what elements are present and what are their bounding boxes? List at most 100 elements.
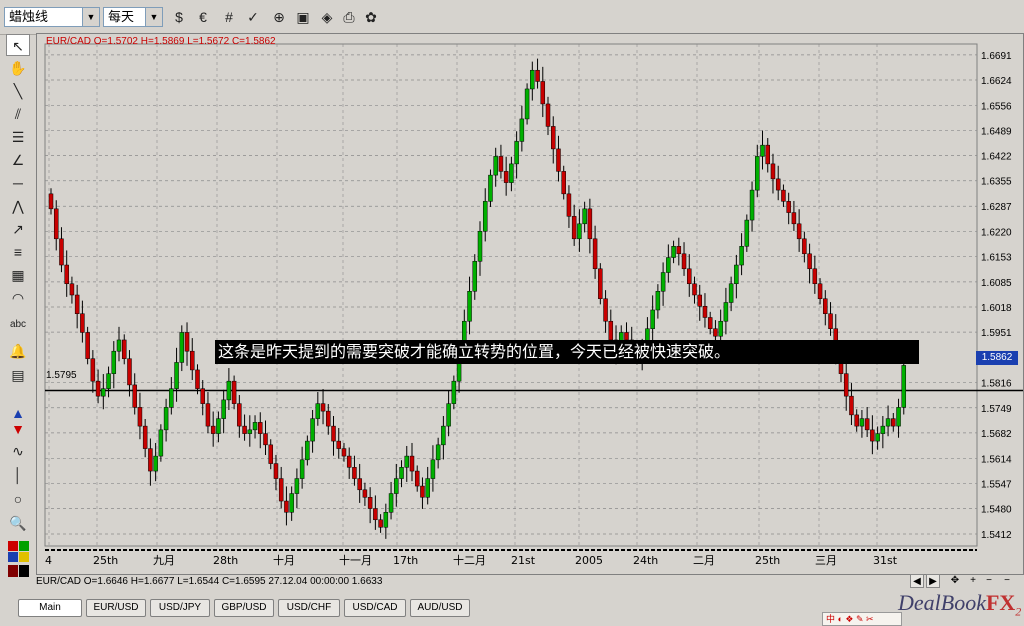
candle-body <box>535 69 540 82</box>
tab-gbp-usd[interactable]: GBP/USD <box>214 599 274 617</box>
grid-lines-icon[interactable]: ▦ <box>6 264 30 286</box>
price-chart[interactable]: 1.6691 1.6624 1.6556 1.6489 1.6422 1.6355 1.62… <box>36 33 1024 575</box>
tab-usd-jpy[interactable]: USD/JPY <box>150 599 210 617</box>
candle-body <box>48 193 54 210</box>
print-icon[interactable]: ⎙ <box>338 7 360 27</box>
trendline-icon[interactable]: ╲ <box>6 80 30 102</box>
period-select[interactable]: 每天 ▼ <box>103 7 163 27</box>
scroll-right-icon[interactable]: ▶ <box>926 574 940 588</box>
calculator-icon[interactable]: ▤ <box>6 364 30 386</box>
move-icon[interactable]: ✥ <box>948 574 962 588</box>
scroll-left-icon[interactable]: ◀ <box>910 574 924 588</box>
chevron-down-icon[interactable]: ▼ <box>145 8 162 26</box>
candle-body <box>158 429 164 457</box>
tab-usd-cad[interactable]: USD/CAD <box>344 599 406 617</box>
candle-body <box>671 246 676 258</box>
arc-icon[interactable]: ◠ <box>6 287 30 309</box>
candle-body <box>891 418 896 427</box>
y-tick-label: 1.6287 <box>981 202 1012 213</box>
candle-body <box>111 350 117 374</box>
candle-body <box>294 478 300 494</box>
candle-body <box>190 350 195 371</box>
candle-body <box>859 418 865 427</box>
candle-body <box>195 369 200 389</box>
y-tick-label: 1.6355 <box>981 177 1012 188</box>
candle-body <box>451 380 457 404</box>
zoom-in-icon[interactable]: ⊕ <box>268 7 290 27</box>
zoom-in-icon[interactable]: + <box>966 574 980 588</box>
levels-icon[interactable]: ≡ <box>6 241 30 263</box>
tab-eur-usd[interactable]: EUR/USD <box>86 599 146 617</box>
drawing-toolbox: ↖ ✋ ╲ ⫽ ☰ ∠ ─ ⋀ ↗ ≡ ▦ ◠ abc 🔔 ▤ ▲ ▼ ∿ │ … <box>4 34 31 594</box>
x-tick-label: 十月 <box>273 553 295 567</box>
candlestick-chart: 1.6691 1.6624 1.6556 1.6489 1.6422 1.6355 1.62… <box>44 43 1023 567</box>
candle-body <box>524 88 530 120</box>
chart-type-select[interactable]: 蜡烛线 ▼ <box>4 7 100 27</box>
candle-body <box>812 268 818 285</box>
x-tick-label: 九月 <box>153 554 175 567</box>
candle-body <box>519 118 525 142</box>
y-tick-label: 1.6556 <box>981 101 1012 112</box>
hand-icon[interactable]: ✋ <box>6 57 30 79</box>
candle-body <box>200 388 205 404</box>
candle-body <box>284 500 289 513</box>
candle-body <box>315 403 321 419</box>
arrow-down-icon[interactable]: ▼ <box>6 418 30 440</box>
currency-dollar-icon[interactable]: $ <box>168 7 190 27</box>
zoom-out-icon[interactable]: − <box>982 574 996 588</box>
zoom-out-icon[interactable]: − <box>1000 574 1014 588</box>
candle-body <box>655 291 661 311</box>
candle-body <box>142 425 148 449</box>
candle-body <box>760 144 765 157</box>
wave-icon[interactable]: ∿ <box>6 440 30 462</box>
indicator-icon[interactable]: ✓ <box>242 7 264 27</box>
zoom-icon[interactable]: 🔍 <box>6 512 30 534</box>
candle-body <box>420 485 425 498</box>
candle-body <box>378 519 383 528</box>
candle-body <box>441 425 446 446</box>
candle-body <box>210 425 216 434</box>
tab-main[interactable]: Main <box>18 599 82 617</box>
horizontal-line-label: 1.5795 <box>46 370 77 381</box>
tab-aud-usd[interactable]: AUD/USD <box>410 599 470 617</box>
candle-body <box>739 246 744 266</box>
fan-icon[interactable]: ⋀ <box>6 195 30 217</box>
candle-body <box>854 414 859 427</box>
grid-icon[interactable]: # <box>218 7 240 27</box>
y-tick-label: 1.6018 <box>981 303 1012 314</box>
y-tick-label: 1.5547 <box>981 479 1012 490</box>
chevron-down-icon[interactable]: ▼ <box>82 8 99 26</box>
fibonacci-icon[interactable]: ☰ <box>6 126 30 148</box>
candle-body <box>404 455 410 468</box>
candle-body <box>409 455 415 472</box>
candle-body <box>896 407 901 427</box>
cursor-icon[interactable]: ↖ <box>6 34 30 56</box>
settings-icon[interactable]: ✿ <box>360 7 382 27</box>
channel-icon[interactable]: ⫽ <box>6 103 30 125</box>
vertical-line-icon[interactable]: │ <box>6 464 30 486</box>
candle-body <box>765 144 770 165</box>
horizontal-line-icon[interactable]: ─ <box>6 172 30 194</box>
regression-icon[interactable]: ↗ <box>6 218 30 240</box>
currency-euro-icon[interactable]: € <box>192 7 214 27</box>
candle-body <box>598 268 603 299</box>
circle-icon[interactable]: ○ <box>6 488 30 510</box>
color-palette[interactable] <box>8 541 30 581</box>
candle-body <box>90 358 96 382</box>
candle-body <box>258 422 263 434</box>
text-icon[interactable]: abc <box>6 314 30 336</box>
candle-body <box>697 294 702 307</box>
gann-fan-icon[interactable]: ∠ <box>6 149 30 171</box>
candle-body <box>587 208 593 240</box>
candle-body <box>603 298 608 322</box>
chart-image-icon[interactable]: ▣ <box>292 7 314 27</box>
x-tick-label: 31st <box>873 554 898 567</box>
alarm-icon[interactable]: 🔔 <box>6 340 30 362</box>
candle-body <box>775 178 781 191</box>
candle-body <box>137 407 143 427</box>
ime-toolbar[interactable]: 中 ◐ ❖ ✎ ✂ <box>822 612 902 626</box>
tab-usd-chf[interactable]: USD/CHF <box>278 599 340 617</box>
candle-body <box>64 264 69 285</box>
candle-body <box>247 429 253 434</box>
open-template-icon[interactable]: ◈ <box>316 7 338 27</box>
